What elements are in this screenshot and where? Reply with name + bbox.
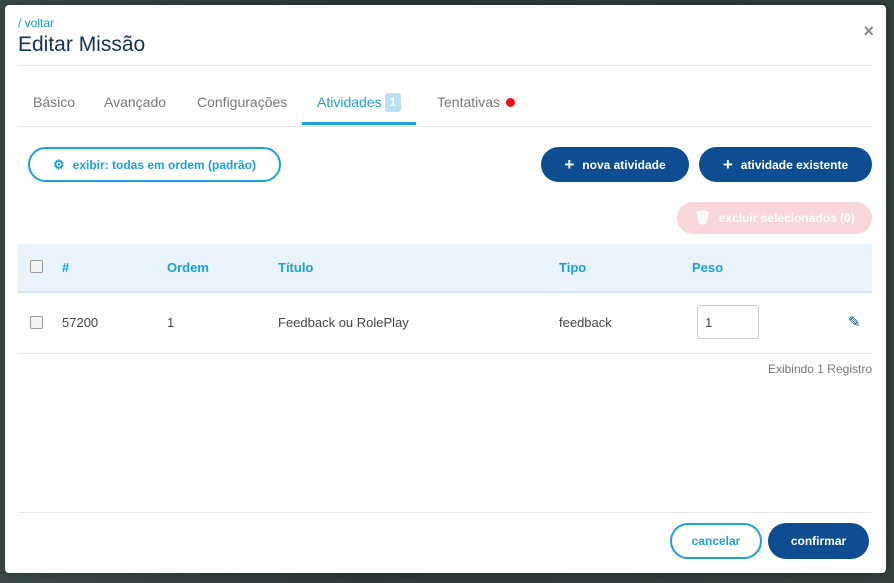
new-activity-button[interactable]: + nova atividade — [541, 147, 689, 182]
column-header-title[interactable]: Título — [278, 260, 313, 275]
tab-avancado[interactable]: Avançado — [89, 89, 181, 125]
page-title: Editar Missão — [18, 33, 146, 56]
table-header: # Ordem Título Tipo Peso — [18, 244, 872, 293]
weight-input[interactable] — [697, 305, 759, 339]
existing-activity-button[interactable]: + atividade existente — [699, 147, 872, 182]
tab-basico[interactable]: Básico — [18, 89, 90, 125]
plus-icon: + — [564, 154, 575, 174]
trash-icon: 🗑 — [694, 210, 711, 225]
record-count: Exibindo 1 Registro — [767, 362, 872, 376]
cancel-button[interactable]: cancelar — [670, 523, 762, 559]
table-row: 57200 1 Feedback ou RolePlay feedback ✎ — [18, 293, 872, 354]
delete-selected-label: excluir selecionados (0) — [718, 211, 855, 225]
confirm-label: confirmar — [790, 534, 847, 548]
back-link[interactable]: / voltar — [18, 16, 54, 30]
tab-configuracoes[interactable]: Configurações — [182, 89, 302, 125]
column-header-weight[interactable]: Peso — [692, 260, 723, 275]
row-checkbox[interactable] — [30, 316, 43, 329]
delete-selected-button[interactable]: 🗑 excluir selecionados (0) — [677, 202, 872, 234]
divider — [18, 512, 872, 513]
gear-icon: ⚙ — [52, 156, 65, 172]
display-filter-label: exibir: todas em ordem (padrão) — [72, 157, 257, 172]
cancel-label: cancelar — [691, 534, 741, 548]
close-icon[interactable]: × — [863, 21, 874, 42]
tab-label: Tentativas — [437, 94, 501, 110]
count-badge: 1 — [384, 93, 402, 112]
tab-tentativas[interactable]: Tentativas — [422, 89, 530, 125]
tab-label: Básico — [33, 94, 76, 110]
tab-label: Configurações — [197, 94, 288, 110]
pencil-icon[interactable]: ✎ — [848, 313, 861, 331]
edit-mission-modal: / voltar Editar Missão × Básico Avançado… — [5, 5, 886, 573]
column-header-type[interactable]: Tipo — [559, 260, 586, 275]
cell-order: 1 — [167, 315, 175, 330]
new-activity-label: nova atividade — [582, 157, 666, 172]
column-header-id[interactable]: # — [62, 260, 69, 275]
tab-label: Avançado — [104, 94, 167, 110]
display-filter-button[interactable]: ⚙ exibir: todas em ordem (padrão) — [28, 147, 281, 182]
confirm-button[interactable]: confirmar — [768, 523, 869, 559]
alert-dot-icon — [506, 98, 516, 107]
plus-icon: + — [722, 154, 733, 174]
tab-atividades[interactable]: Atividades 1 — [302, 89, 417, 125]
divider — [18, 65, 872, 66]
column-header-order[interactable]: Ordem — [167, 260, 209, 275]
tab-label: Atividades — [317, 94, 382, 110]
select-all-checkbox[interactable] — [30, 260, 43, 273]
cell-type: feedback — [559, 315, 612, 330]
tab-bar: Básico Avançado Configurações Atividades… — [18, 89, 872, 127]
cell-id: 57200 — [62, 315, 99, 330]
activities-table: # Ordem Título Tipo Peso 57200 1 Feedbac… — [18, 244, 872, 354]
existing-activity-label: atividade existente — [740, 157, 849, 172]
cell-title: Feedback ou RolePlay — [278, 315, 409, 330]
